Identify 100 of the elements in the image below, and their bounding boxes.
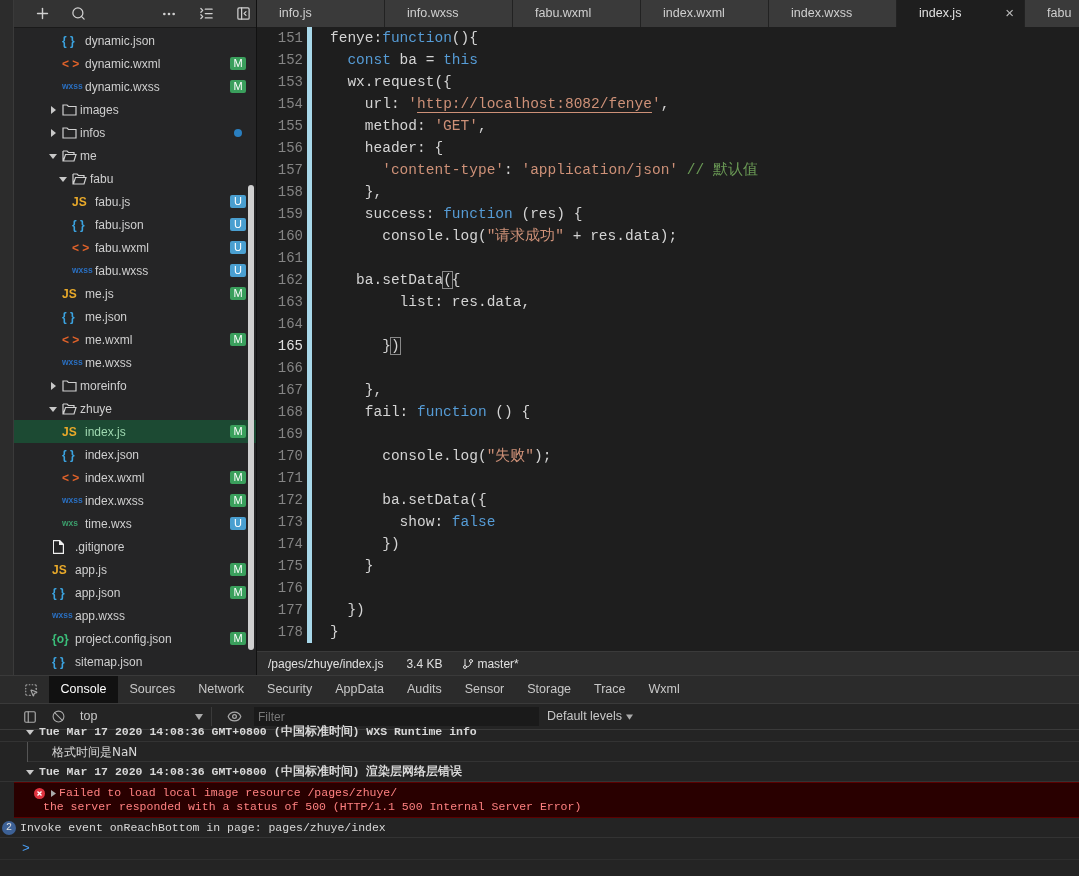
devtools-tab[interactable]: Sources xyxy=(117,676,187,703)
file-name: app.json xyxy=(75,584,122,602)
file-name: me xyxy=(80,147,98,165)
eye-icon[interactable] xyxy=(227,709,242,724)
close-tab-button[interactable]: × xyxy=(1005,2,1014,25)
file-row[interactable]: { } sitemap.json xyxy=(14,650,256,673)
code-line: fenye:function(){ xyxy=(330,29,478,48)
file-row[interactable]: wxss me.wxss xyxy=(14,351,256,374)
file-type-icon: {o} xyxy=(52,629,72,648)
git-status-badge: M xyxy=(230,632,246,645)
group-title[interactable]: Tue Mar 17 2020 14:08:36 GMT+0800 (中国标准时间) 渲染层网络层错误 xyxy=(39,762,463,781)
file-row[interactable]: wxss index.wxss M xyxy=(14,489,256,512)
line-number: 152 xyxy=(276,51,303,70)
editor-tab[interactable]: index.wxml xyxy=(641,0,769,27)
context-select[interactable]: top xyxy=(80,707,212,726)
devtools-tab[interactable]: Sensor xyxy=(453,676,516,703)
folder-row[interactable]: me xyxy=(14,144,256,167)
folder-row[interactable]: infos xyxy=(14,121,256,144)
folder-icon xyxy=(62,126,77,139)
collapse-list-icon[interactable] xyxy=(199,6,214,21)
tab-label: index.wxss xyxy=(791,5,854,23)
file-row[interactable]: .gitignore xyxy=(14,535,256,558)
line-number: 173 xyxy=(276,513,303,532)
disclosure-caret-icon[interactable] xyxy=(26,727,34,736)
file-name: .gitignore xyxy=(75,538,126,556)
devtools-tab[interactable]: AppData xyxy=(323,676,396,703)
file-type-icon: < > xyxy=(72,238,92,257)
disclosure-caret-icon[interactable] xyxy=(26,767,34,776)
file-type-icon: wxss xyxy=(52,609,72,622)
file-name: dynamic.wxss xyxy=(85,78,161,96)
caret-icon[interactable] xyxy=(49,128,57,137)
devtools-tab[interactable]: Storage xyxy=(515,676,583,703)
git-status-badge: M xyxy=(230,287,246,300)
caret-icon[interactable] xyxy=(59,174,67,183)
file-row[interactable]: wxs time.wxs U xyxy=(14,512,256,535)
file-row[interactable]: wxss fabu.wxss U xyxy=(14,259,256,282)
line-number: 161 xyxy=(276,249,303,268)
caret-icon[interactable] xyxy=(49,105,57,114)
inspect-icon[interactable] xyxy=(24,682,38,697)
git-status-badge: U xyxy=(230,195,246,208)
file-row[interactable]: JS fabu.js U xyxy=(14,190,256,213)
scrollbar[interactable] xyxy=(248,185,254,650)
file-row[interactable]: { } app.json M xyxy=(14,581,256,604)
file-row[interactable]: JS me.js M xyxy=(14,282,256,305)
file-type-icon: JS xyxy=(62,422,82,441)
devtools-tab[interactable]: Wxml xyxy=(637,676,692,703)
file-row[interactable]: {o} project.config.json M xyxy=(14,627,256,650)
branch-name[interactable]: master* xyxy=(477,654,519,673)
devtools-tab[interactable]: Trace xyxy=(582,676,638,703)
file-name: dynamic.wxml xyxy=(85,55,162,73)
file-row[interactable]: JS index.js M xyxy=(14,420,256,443)
file-name: index.wxss xyxy=(85,492,145,510)
devtools-tab[interactable]: Console xyxy=(49,676,118,703)
devtools-tab[interactable]: Audits xyxy=(395,676,454,703)
file-name: me.wxml xyxy=(85,331,134,349)
file-name: me.js xyxy=(85,285,115,303)
file-row[interactable]: < > dynamic.wxml M xyxy=(14,52,256,75)
line-number: 164 xyxy=(276,315,303,334)
folder-row[interactable]: fabu xyxy=(14,167,256,190)
devtools-tab[interactable]: Security xyxy=(255,676,324,703)
code-line: show: false xyxy=(398,513,496,532)
file-row[interactable]: { } dynamic.json xyxy=(14,29,256,52)
file-name: app.js xyxy=(75,561,109,579)
caret-icon[interactable] xyxy=(49,381,57,390)
folder-row[interactable]: images xyxy=(14,98,256,121)
file-row[interactable]: JS app.js M xyxy=(14,558,256,581)
caret-icon[interactable] xyxy=(49,404,57,413)
editor-tab[interactable]: fabu.wxml xyxy=(513,0,641,27)
devtools-tab[interactable]: Network xyxy=(186,676,256,703)
file-row[interactable]: < > me.wxml M xyxy=(14,328,256,351)
add-icon[interactable] xyxy=(34,5,51,22)
file-row[interactable]: { } fabu.json U xyxy=(14,213,256,236)
expand-caret-icon[interactable] xyxy=(51,789,56,797)
editor-tab[interactable]: index.wxss xyxy=(769,0,897,27)
editor-tab[interactable]: info.js xyxy=(257,0,385,27)
file-row[interactable]: wxss dynamic.wxss M xyxy=(14,75,256,98)
git-status-badge: M xyxy=(230,425,246,438)
folder-row[interactable]: zhuye xyxy=(14,397,256,420)
file-row[interactable]: < > index.wxml M xyxy=(14,466,256,489)
panel-icon[interactable] xyxy=(236,6,251,21)
file-row[interactable]: { } index.json xyxy=(14,443,256,466)
git-status-badge: U xyxy=(230,264,246,277)
file-row[interactable]: < > fabu.wxml U xyxy=(14,236,256,259)
clear-console-icon[interactable] xyxy=(52,710,65,723)
folder-row[interactable]: moreinfo xyxy=(14,374,256,397)
file-row[interactable]: { } me.json xyxy=(14,305,256,328)
filter-field[interactable]: Filter xyxy=(254,707,539,726)
file-row[interactable]: wxss app.wxss xyxy=(14,604,256,627)
sidebar-toggle-icon[interactable] xyxy=(23,709,37,724)
search-icon[interactable] xyxy=(71,6,86,21)
file-name: moreinfo xyxy=(80,377,128,395)
line-number: 171 xyxy=(276,469,303,488)
caret-icon[interactable] xyxy=(49,151,57,160)
editor-tab[interactable]: info.wxss xyxy=(385,0,513,27)
levels-dropdown[interactable]: Default levels xyxy=(547,707,634,726)
editor-tab[interactable]: index.js × xyxy=(897,0,1025,27)
file-name: me.wxss xyxy=(85,354,133,372)
editor-tab[interactable]: fabu xyxy=(1025,0,1079,27)
file-name: app.wxss xyxy=(75,607,127,625)
console-prompt[interactable]: > xyxy=(22,838,30,859)
